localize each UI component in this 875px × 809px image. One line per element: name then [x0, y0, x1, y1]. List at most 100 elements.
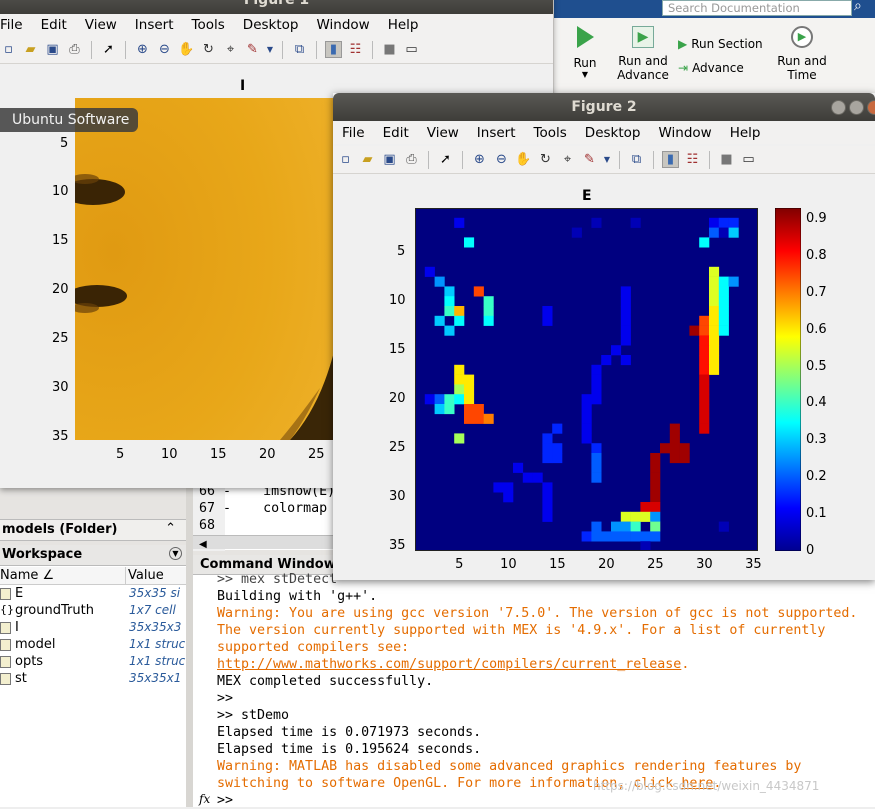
link-plot-icon[interactable]: ⧉	[628, 151, 645, 168]
menu-edit[interactable]: Edit	[374, 125, 418, 141]
data-cursor-icon[interactable]: ⌖	[559, 151, 576, 168]
brush-icon[interactable]: ✎	[581, 151, 598, 168]
heatmap-cell	[620, 296, 631, 307]
search-icon[interactable]: ⌕	[854, 0, 862, 14]
maximize-icon[interactable]	[849, 100, 864, 115]
toolbar-separator	[316, 40, 317, 59]
editor-line-68[interactable]: 68	[199, 517, 215, 534]
colorbar-tick: 0.9	[806, 211, 827, 227]
toolbar-separator	[462, 150, 463, 169]
heatmap-cell	[611, 531, 622, 542]
menu-edit[interactable]: Edit	[32, 17, 76, 33]
col-name-header[interactable]: Name ∠	[0, 568, 54, 583]
run-button[interactable]: Run ▼	[569, 26, 601, 79]
save-icon[interactable]: ▣	[381, 151, 398, 168]
new-figure-icon[interactable]: ▫	[0, 41, 17, 58]
workspace-row[interactable]: st 35x35x1	[0, 671, 186, 688]
menu-insert[interactable]: Insert	[126, 17, 183, 33]
ribbon: Search Documentation ⌕ Run ▼ ▶ Run and A…	[554, 0, 875, 96]
menu-file[interactable]: File	[0, 17, 32, 33]
open-file-icon[interactable]: ▰	[359, 151, 376, 168]
heatmap-cell	[591, 453, 602, 464]
chevron-down-icon[interactable]: ▼	[603, 151, 611, 168]
hide-tools-icon[interactable]: ■	[718, 151, 735, 168]
zoom-in-icon[interactable]: ⊕	[134, 41, 151, 58]
menu-view[interactable]: View	[418, 125, 468, 141]
heatmap-cell	[591, 462, 602, 473]
zoom-out-icon[interactable]: ⊖	[156, 41, 173, 58]
menu-tools[interactable]: Tools	[525, 125, 576, 141]
close-icon[interactable]	[867, 100, 875, 115]
menu-view[interactable]: View	[76, 17, 126, 33]
colorbar-icon[interactable]: ▮	[662, 151, 679, 168]
colorbar-icon[interactable]: ▮	[325, 41, 342, 58]
scroll-left-icon[interactable]: ◀	[193, 539, 207, 550]
menu-file[interactable]: File	[333, 125, 374, 141]
heatmap-cell	[552, 453, 563, 464]
pointer-icon[interactable]: ➚	[100, 41, 117, 58]
panel-divider[interactable]	[186, 480, 193, 807]
menu-insert[interactable]: Insert	[468, 125, 525, 141]
fx-icon[interactable]: fx	[199, 792, 210, 806]
advance-button[interactable]: ⇥ Advance	[678, 61, 744, 75]
compilers-link[interactable]: http://www.mathworks.com/support/compile…	[217, 657, 681, 672]
workspace-row[interactable]: {} groundTruth 1x7 cell	[0, 603, 186, 620]
menu-window[interactable]: Window	[307, 17, 378, 33]
legend-icon[interactable]: ☷	[347, 41, 364, 58]
hide-tools-icon[interactable]: ■	[381, 41, 398, 58]
workspace-header: Workspace ▼	[0, 545, 186, 566]
menu-desktop[interactable]: Desktop	[234, 17, 308, 33]
menu-help[interactable]: Help	[379, 17, 428, 33]
dock-icon[interactable]: ▭	[403, 41, 420, 58]
variable-icon	[0, 622, 11, 634]
run-and-advance-button[interactable]: ▶ Run and Advance	[616, 26, 670, 82]
save-icon[interactable]: ▣	[44, 41, 61, 58]
search-field[interactable]: Search Documentation	[662, 0, 852, 16]
pan-icon[interactable]: ✋	[178, 41, 195, 58]
editor-scrollbar[interactable]: ◀	[193, 535, 353, 550]
x-tick: 20	[598, 557, 615, 572]
legend-icon[interactable]: ☷	[684, 151, 701, 168]
workspace-row[interactable]: model 1x1 struc	[0, 637, 186, 654]
workspace-menu-icon[interactable]: ▼	[169, 547, 182, 560]
link-plot-icon[interactable]: ⧉	[291, 41, 308, 58]
menu-tools[interactable]: Tools	[183, 17, 234, 33]
rotate-icon[interactable]: ↻	[537, 151, 554, 168]
run-and-time-button[interactable]: ▶ Run and Time	[774, 26, 830, 82]
dock-icon[interactable]: ▭	[740, 151, 757, 168]
run-section-button[interactable]: ▶ Run Section	[678, 37, 763, 51]
brush-icon[interactable]: ✎	[244, 41, 261, 58]
menu-help[interactable]: Help	[721, 125, 770, 141]
data-cursor-icon[interactable]: ⌖	[222, 41, 239, 58]
workspace-row[interactable]: I 35x35x3	[0, 620, 186, 637]
zoom-out-icon[interactable]: ⊖	[493, 151, 510, 168]
print-icon[interactable]: ⎙	[66, 41, 83, 58]
figure1-titlebar[interactable]: Figure 1	[0, 0, 553, 14]
new-figure-icon[interactable]: ▫	[337, 151, 354, 168]
heatmap-cell	[709, 296, 720, 307]
y-tick: 35	[389, 538, 406, 554]
rotate-icon[interactable]: ↻	[200, 41, 217, 58]
figure2-titlebar[interactable]: Figure 2	[333, 93, 875, 121]
pan-icon[interactable]: ✋	[515, 151, 532, 168]
workspace-row[interactable]: opts 1x1 struc	[0, 654, 186, 671]
heatmap-cell	[424, 394, 435, 405]
col-value-header[interactable]: Value	[128, 568, 164, 583]
heatmap-cell	[542, 443, 553, 454]
workspace-row[interactable]: E 35x35 si	[0, 586, 186, 603]
command-prompt[interactable]: >>	[217, 792, 233, 809]
print-icon[interactable]: ⎙	[403, 151, 420, 168]
minimize-icon[interactable]	[831, 100, 846, 115]
figure2-menubar: File Edit View Insert Tools Desktop Wind…	[333, 122, 875, 144]
menu-desktop[interactable]: Desktop	[576, 125, 650, 141]
heatmap-cell	[650, 521, 661, 532]
heatmap-cell	[650, 462, 661, 473]
chevron-up-icon[interactable]: ⌃	[165, 521, 176, 536]
heatmap-cell	[473, 413, 484, 424]
heatmap-cell	[454, 374, 465, 385]
open-file-icon[interactable]: ▰	[22, 41, 39, 58]
zoom-in-icon[interactable]: ⊕	[471, 151, 488, 168]
menu-window[interactable]: Window	[649, 125, 720, 141]
chevron-down-icon[interactable]: ▼	[266, 41, 274, 58]
pointer-icon[interactable]: ➚	[437, 151, 454, 168]
